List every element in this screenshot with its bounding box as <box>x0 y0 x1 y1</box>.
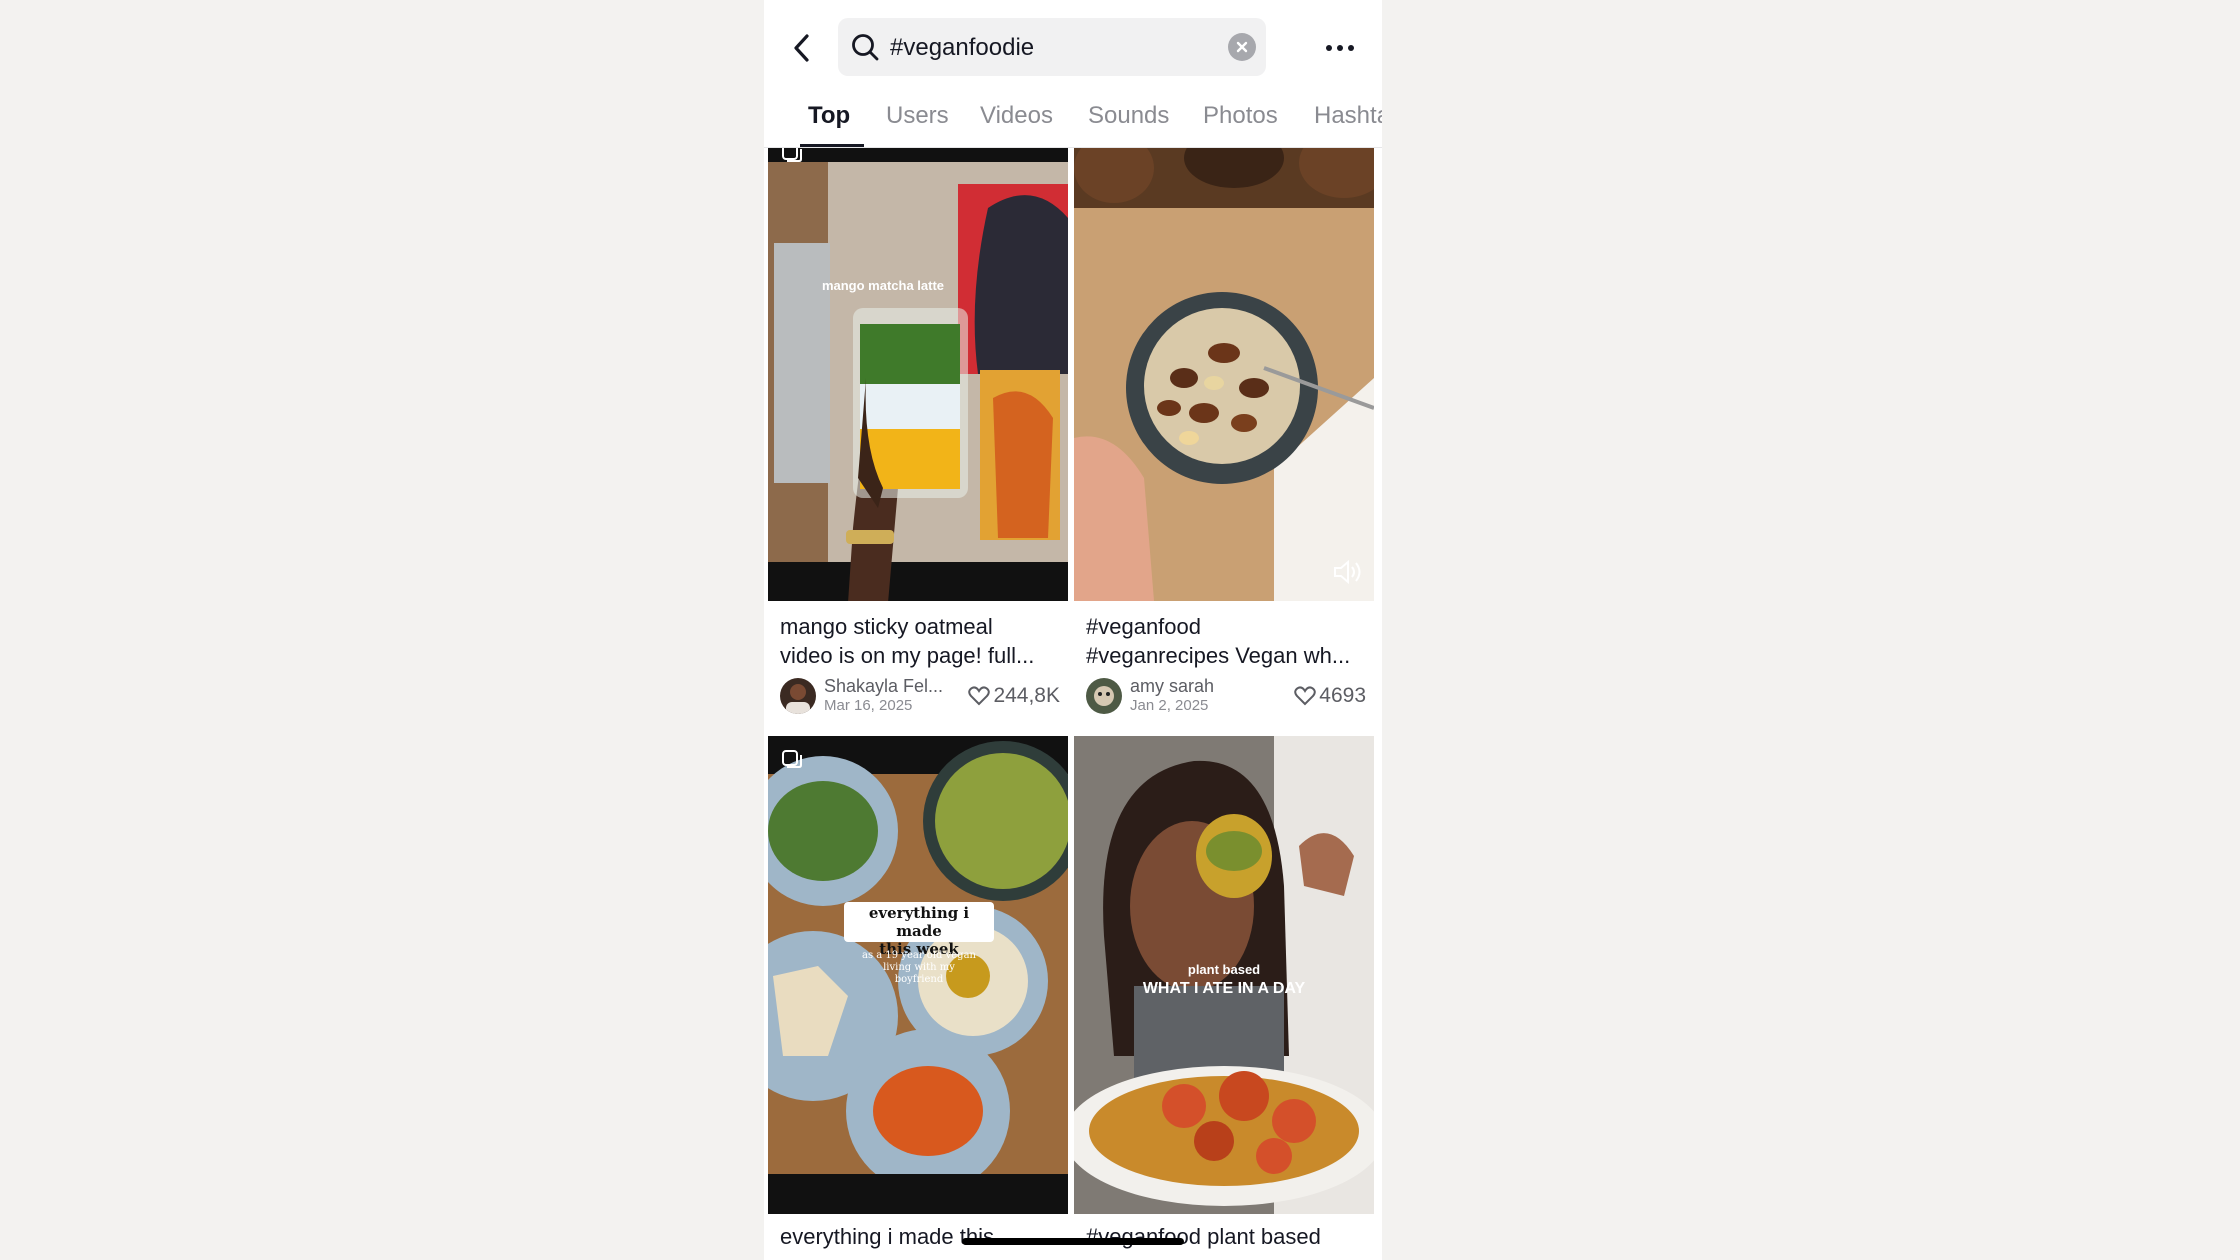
video-thumbnail[interactable]: everything i made this week as a 19 year… <box>768 736 1068 1214</box>
result-caption: everything i made this <box>780 1222 1062 1251</box>
phone-screen: Top Users Videos Sounds Photos Hashtags <box>764 0 1382 1260</box>
like-count: 244,8K <box>968 684 1060 708</box>
search-input[interactable] <box>888 26 1212 70</box>
tab-videos[interactable]: Videos <box>980 102 1053 130</box>
overlay-title-line: everything i made <box>868 904 970 940</box>
search-icon <box>852 34 879 61</box>
author-name[interactable]: Shakayla Fel... <box>824 676 954 697</box>
search-header <box>764 0 1382 90</box>
avatar[interactable] <box>780 678 816 714</box>
caption-line: everything i made this <box>780 1224 994 1249</box>
caption-line: mango sticky oatmeal <box>780 614 993 639</box>
caption-line: #veganfood plant based <box>1086 1224 1321 1249</box>
thumbnail-overlay-small: plant based <box>1187 962 1261 977</box>
video-thumbnail[interactable]: plant based WHAT I ATE IN A DAY <box>1074 736 1374 1214</box>
tab-top[interactable]: Top <box>808 102 850 130</box>
result-caption: mango sticky oatmeal video is on my page… <box>780 612 1062 670</box>
chevron-left-icon <box>794 34 809 62</box>
result-card[interactable]: #veganfood #veganrecipes Vegan wh... amy… <box>1074 148 1374 722</box>
tab-users[interactable]: Users <box>886 102 949 130</box>
photo-carousel-icon <box>782 148 802 162</box>
avatar[interactable] <box>1086 678 1122 714</box>
caption-line: #veganfood <box>1086 614 1201 639</box>
thumbnail-overlay-big: WHAT I ATE IN A DAY <box>1142 980 1306 997</box>
like-count-value: 4693 <box>1319 684 1366 707</box>
search-bar[interactable] <box>838 18 1266 76</box>
clear-search-button[interactable] <box>1228 33 1256 61</box>
caption-line: video is on my page! full... <box>780 643 1035 668</box>
thumbnail-overlay-text: mango matcha latte <box>821 278 945 293</box>
more-icon <box>1326 45 1354 51</box>
result-caption: #veganfood plant based <box>1086 1222 1368 1251</box>
like-count: 4693 <box>1294 684 1366 708</box>
search-tabs: Top Users Videos Sounds Photos Hashtags <box>764 90 1382 148</box>
overlay-subtitle-line: boyfriend <box>894 974 944 985</box>
video-thumbnail[interactable] <box>1074 148 1374 601</box>
result-caption: #veganfood #veganrecipes Vegan wh... <box>1086 612 1368 670</box>
result-card[interactable]: plant based WHAT I ATE IN A DAY #veganfo… <box>1074 736 1374 1260</box>
post-date: Mar 16, 2025 <box>824 697 913 714</box>
tab-hashtags[interactable]: Hashtags <box>1314 102 1382 130</box>
back-button[interactable] <box>782 28 822 68</box>
sound-icon[interactable] <box>1332 558 1364 586</box>
author-name[interactable]: amy sarah <box>1130 676 1260 697</box>
post-date: Jan 2, 2025 <box>1130 697 1209 714</box>
thumbnail-image <box>1074 148 1374 601</box>
result-card[interactable]: everything i made this week as a 19 year… <box>768 736 1068 1260</box>
clear-icon <box>1236 41 1248 53</box>
home-indicator <box>962 1238 1184 1245</box>
result-meta: amy sarah Jan 2, 2025 4693 <box>1086 676 1366 716</box>
result-meta: Shakayla Fel... Mar 16, 2025 244,8K <box>780 676 1060 716</box>
heart-icon <box>968 686 991 706</box>
thumbnail-image <box>768 148 1068 601</box>
like-count-value: 244,8K <box>993 684 1060 707</box>
tab-photos[interactable]: Photos <box>1203 102 1278 130</box>
thumbnail-overlay-subtitle: as a 19 year old vegan living with my bo… <box>844 950 994 986</box>
overlay-subtitle-line: living with my <box>883 962 955 973</box>
caption-line: #veganrecipes Vegan wh... <box>1086 643 1351 668</box>
overlay-subtitle-line: as a 19 year old vegan <box>862 950 976 961</box>
heart-icon <box>1294 686 1317 706</box>
more-options-button[interactable] <box>1318 30 1362 66</box>
result-card[interactable]: mango matcha latte mango sticky oatmeal … <box>768 148 1068 722</box>
photo-carousel-icon <box>782 750 802 768</box>
tab-sounds[interactable]: Sounds <box>1088 102 1169 130</box>
video-thumbnail[interactable]: mango matcha latte <box>768 148 1068 601</box>
